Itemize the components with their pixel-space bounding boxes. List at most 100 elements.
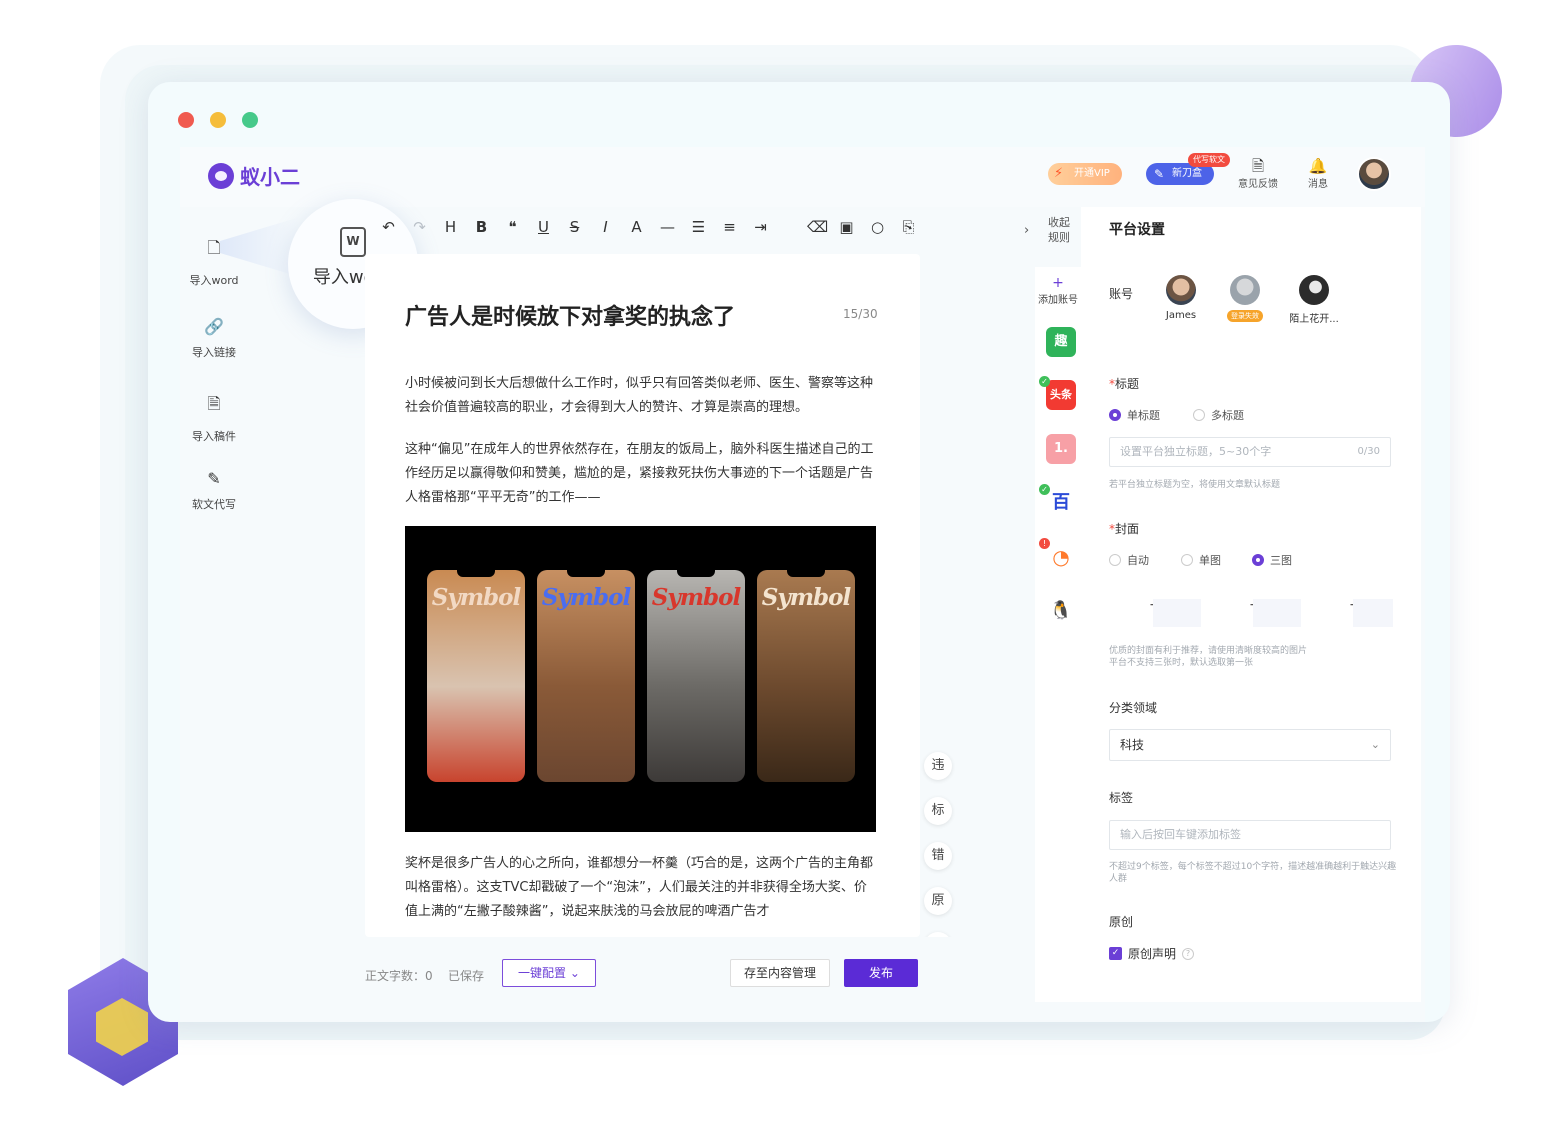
eraser-icon[interactable]: ⌫ bbox=[807, 218, 828, 236]
platform-baijiahao[interactable]: 百 bbox=[1046, 488, 1076, 518]
platform-settings-panel: 平台设置 账号 James 登录失效 陌上花开... *标题 单标题 多标题 设… bbox=[1081, 207, 1421, 1002]
add-account-button[interactable]: + 添加账号 bbox=[1035, 275, 1081, 306]
phone-notch bbox=[787, 570, 825, 577]
feedback-button[interactable]: 🗎 意见反馈 bbox=[1238, 157, 1278, 190]
phone-mockup: Symbol bbox=[647, 570, 745, 782]
platform-qie[interactable]: 🐧 bbox=[1046, 596, 1076, 626]
app-body: 蚁小二 开通VIP 新刀盒 代写软文 🗎 意见反馈 🔔 消息 🗋 bbox=[180, 147, 1425, 1022]
paragraph[interactable]: 这种“偏见”在成年人的世界依然存在，在朋友的饭局上，脑外科医生描述自己的工作经历… bbox=[405, 438, 877, 510]
title-check-button[interactable]: 标 bbox=[924, 797, 952, 825]
strikethrough-icon[interactable]: S bbox=[566, 218, 583, 236]
originality-check-button[interactable]: 原 bbox=[924, 887, 952, 915]
user-avatar[interactable] bbox=[1357, 157, 1391, 191]
tags-input[interactable]: 输入后按回车键添加标签 bbox=[1109, 820, 1391, 850]
account-expired[interactable]: 登录失效 bbox=[1217, 275, 1273, 322]
title-counter: 15/30 bbox=[843, 307, 878, 321]
logo[interactable]: 蚁小二 bbox=[208, 161, 300, 190]
radio-cover-single[interactable]: 单图 bbox=[1181, 552, 1221, 568]
account-james[interactable]: James bbox=[1153, 275, 1209, 321]
redo-icon[interactable]: ↷ bbox=[411, 218, 428, 236]
cover-upload-slot[interactable] bbox=[1153, 599, 1201, 627]
document-icon: 🗎 bbox=[207, 394, 221, 413]
heading-icon[interactable]: H bbox=[442, 218, 459, 236]
platform-sohu[interactable]: ◔ bbox=[1046, 542, 1076, 572]
platform-yidian[interactable]: 1. bbox=[1046, 434, 1076, 464]
phone-mockup: Symbol bbox=[427, 570, 525, 782]
radio-cover-three[interactable]: 三图 bbox=[1252, 552, 1292, 568]
brand-text: Symbol bbox=[431, 584, 521, 611]
cover-section-label: *封面 bbox=[1109, 522, 1140, 536]
sidebar-item-import-draft[interactable]: 🗎 导入稿件 bbox=[180, 393, 248, 444]
link-icon: 🔗 bbox=[204, 317, 224, 336]
account-name: James bbox=[1165, 310, 1197, 321]
vip-button[interactable]: 开通VIP bbox=[1048, 163, 1122, 185]
help-icon[interactable]: ? bbox=[1182, 947, 1195, 960]
radio-multi-title[interactable]: 多标题 bbox=[1193, 407, 1244, 423]
image-icon[interactable]: ▣ bbox=[838, 218, 855, 236]
indent-icon[interactable]: ⇥ bbox=[752, 218, 769, 236]
ad-writing-badge[interactable]: 代写软文 bbox=[1188, 153, 1230, 167]
editor-toolbar: ↶ ↷ H B ❝ U S I A — ☰ ≡ ⇥ ⌫ ▣ ○ ⎘ bbox=[380, 215, 917, 239]
window-minimize-button[interactable] bbox=[210, 112, 226, 128]
list-icon[interactable]: ☰ bbox=[690, 218, 707, 236]
article-editor[interactable]: 广告人是时候放下对拿奖的执念了 15/30 小时候被问到长大后想做什么工作时，似… bbox=[365, 254, 920, 937]
underline-icon[interactable]: U bbox=[535, 218, 552, 236]
one-click-config-button[interactable]: 一键配置 ⌄ bbox=[502, 959, 596, 987]
original-label: 原创 bbox=[1109, 915, 1134, 929]
save-to-content-button[interactable]: 存至内容管理 bbox=[730, 959, 830, 987]
cover-hint: 优质的封面有利于推荐，请使用清晰度较高的图片 平台不支持三张时，默认选取第一张 bbox=[1109, 646, 1308, 668]
phone-notch bbox=[567, 570, 605, 577]
align-icon[interactable]: ≡ bbox=[721, 218, 738, 236]
left-sidebar: 🗋 导入word 🔗 导入链接 🗎 导入稿件 ✎ 软文代写 bbox=[180, 207, 248, 1022]
bold-icon[interactable]: B bbox=[473, 218, 490, 236]
italic-icon[interactable]: I bbox=[597, 218, 614, 236]
typo-check-button[interactable]: 错 bbox=[924, 842, 952, 870]
cover-upload-slot[interactable] bbox=[1353, 599, 1393, 627]
collapse-rules-toggle[interactable]: › 收起规则 bbox=[1020, 207, 1075, 267]
editor-footer: 正文字数：0 已保存 一键配置 ⌄ 存至内容管理 发布 bbox=[180, 937, 1030, 1022]
divider-icon[interactable]: — bbox=[659, 218, 676, 236]
brand-text: Symbol bbox=[651, 584, 741, 611]
platform-list: + 添加账号 趣 头条 ✓ 1. 百 ✓ ◔ ! 🐧 bbox=[1035, 267, 1081, 1002]
window-close-button[interactable] bbox=[178, 112, 194, 128]
feedback-label: 意见反馈 bbox=[1238, 179, 1278, 190]
platform-qutoutiao[interactable]: 趣 bbox=[1046, 327, 1076, 357]
sidebar-item-label: 导入稿件 bbox=[192, 430, 236, 443]
word-count: 正文字数：0 bbox=[365, 969, 433, 983]
account-moshanghuakai[interactable]: 陌上花开... bbox=[1281, 275, 1347, 325]
search-icon[interactable]: ○ bbox=[869, 218, 886, 236]
publish-button[interactable]: 发布 bbox=[844, 959, 918, 987]
platform-title-input[interactable]: 设置平台独立标题，5~30个字 0/30 bbox=[1109, 437, 1391, 467]
sidebar-item-ad-writing[interactable]: ✎ 软文代写 bbox=[180, 469, 248, 512]
article-image[interactable]: Symbol Symbol Symbol Symbol bbox=[405, 526, 876, 832]
sidebar-item-import-link[interactable]: 🔗 导入链接 bbox=[180, 317, 248, 360]
phone-mockup: Symbol bbox=[757, 570, 855, 782]
brand-text: Symbol bbox=[541, 584, 631, 611]
radio-single-title[interactable]: 单标题 bbox=[1109, 407, 1160, 423]
login-expired-badge: 登录失效 bbox=[1227, 310, 1263, 322]
cover-upload-slot[interactable] bbox=[1253, 599, 1301, 627]
feedback-icon: 🗎 bbox=[1251, 157, 1265, 175]
paragraph[interactable]: 奖杯是很多广告人的心之所向，谁都想分一杯羹（巧合的是，这两个广告的主角都叫格雷格… bbox=[405, 852, 877, 924]
window-maximize-button[interactable] bbox=[242, 112, 258, 128]
save-status: 已保存 bbox=[448, 969, 485, 983]
brand-text: Symbol bbox=[761, 584, 851, 611]
radio-cover-auto[interactable]: 自动 bbox=[1109, 552, 1149, 568]
copy-icon[interactable]: ⎘ bbox=[900, 218, 917, 236]
original-declaration-checkbox[interactable]: ✓ 原创声明 ? bbox=[1109, 945, 1195, 962]
messages-button[interactable]: 🔔 消息 bbox=[1308, 157, 1328, 190]
paragraph[interactable]: 小时候被问到长大后想做什么工作时，似乎只有回答类似老师、医生、警察等这种社会价值… bbox=[405, 372, 877, 420]
sidebar-item-label: 软文代写 bbox=[192, 498, 236, 511]
article-title[interactable]: 广告人是时候放下对拿奖的执念了 bbox=[405, 299, 735, 331]
quote-icon[interactable]: ❝ bbox=[504, 218, 521, 236]
phone-notch bbox=[457, 570, 495, 577]
platform-toutiao[interactable]: 头条 bbox=[1046, 380, 1076, 410]
tags-hint: 不超过9个标签，每个标签不超过10个字符，描述越准确越利于触达兴趣人群 bbox=[1109, 862, 1397, 884]
phone-notch bbox=[677, 570, 715, 577]
font-style-icon[interactable]: A bbox=[628, 218, 645, 236]
app-header: 蚁小二 开通VIP 新刀盒 代写软文 🗎 意见反馈 🔔 消息 bbox=[180, 147, 1425, 207]
violation-check-button[interactable]: 违 bbox=[924, 752, 952, 780]
category-select[interactable]: 科技 ⌄ bbox=[1109, 729, 1391, 761]
add-account-label: 添加账号 bbox=[1038, 295, 1078, 306]
undo-icon[interactable]: ↶ bbox=[380, 218, 397, 236]
